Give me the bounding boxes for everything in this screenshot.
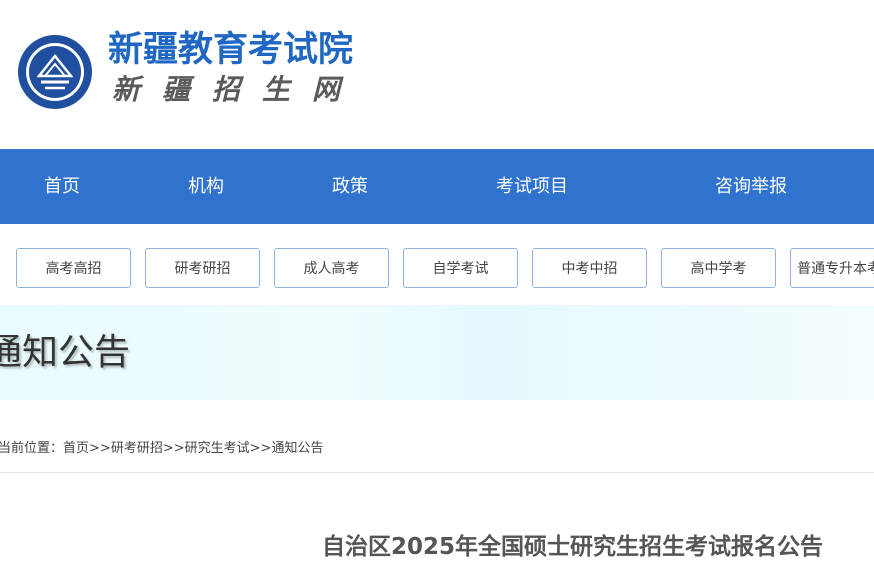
breadcrumb-prefix: 当前位置： [0,441,64,456]
breadcrumb-separator: >> [89,441,111,456]
nav-item-consult-report[interactable]: 咨询举报 [715,149,787,224]
breadcrumb-separator: >> [249,441,272,456]
breadcrumb-graduate-exam[interactable]: 研究生考试 [185,441,250,456]
nav-item-organization[interactable]: 机构 [188,149,224,224]
breadcrumb-graduate[interactable]: 研考研招 [111,441,163,456]
section-banner: 通知公告 [0,305,874,400]
seal-logo-icon[interactable] [17,34,93,110]
site-title[interactable]: 新疆教育考试院 [108,30,353,70]
breadcrumb-notices[interactable]: 通知公告 [271,441,323,456]
nav-item-home[interactable]: 首页 [44,149,80,224]
page: 新疆教育考试院 新疆招生网 首页 机构 政策 考试项目 咨询举报 高考高招 研考… [0,0,874,576]
category-button-gaokao[interactable]: 高考高招 [16,248,131,288]
site-header: 新疆教育考试院 新疆招生网 [0,0,874,149]
category-button-graduate[interactable]: 研考研招 [145,248,260,288]
category-button-high-school[interactable]: 高中学考 [661,248,776,288]
category-button-adult[interactable]: 成人高考 [274,248,389,288]
divider [0,472,874,473]
breadcrumb: 当前位置：首页>>研考研招>>研究生考试>>通知公告 [0,440,323,458]
nav-item-policy[interactable]: 政策 [332,149,368,224]
banner-title: 通知公告 [0,332,131,373]
category-button-self-study[interactable]: 自学考试 [403,248,518,288]
nav-item-exam-projects[interactable]: 考试项目 [496,149,568,224]
main-nav: 首页 机构 政策 考试项目 咨询举报 [0,149,874,224]
breadcrumb-separator: >> [162,441,185,456]
category-button-upgrade[interactable]: 普通专升本考 [790,248,874,288]
site-subtitle: 新疆招生网 [112,73,363,106]
category-button-zhongkao[interactable]: 中考中招 [532,248,647,288]
breadcrumb-home[interactable]: 首页 [63,441,89,456]
article-title: 自治区2025年全国硕士研究生招生考试报名公告 [322,534,824,560]
